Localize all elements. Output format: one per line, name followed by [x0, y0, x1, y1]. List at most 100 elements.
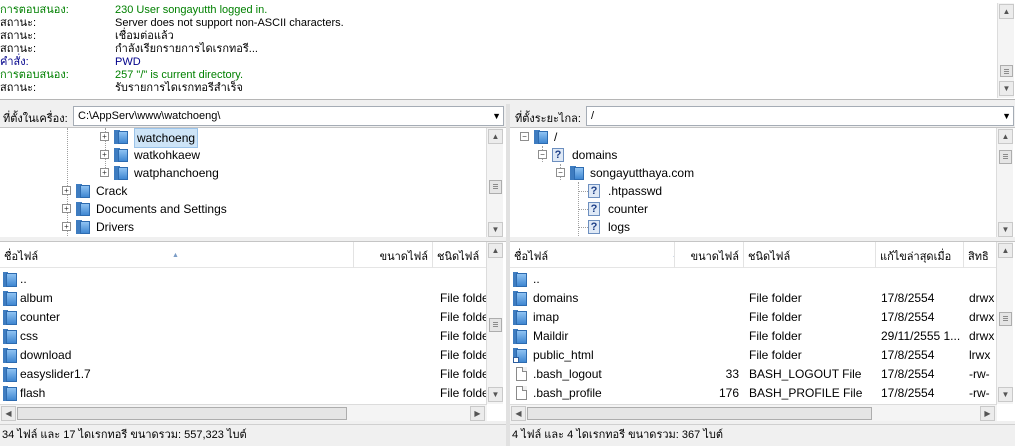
local-path-input[interactable]: C:\AppServ\www\watchoeng\ ▼	[73, 106, 504, 126]
scroll-thumb[interactable]	[527, 407, 872, 420]
folder-icon	[3, 386, 17, 401]
collapse-icon[interactable]: −	[538, 150, 547, 159]
table-row[interactable]: ..	[0, 270, 486, 289]
table-row[interactable]: ..	[510, 270, 996, 289]
scroll-down-icon[interactable]: ▼	[999, 81, 1014, 96]
scroll-thumb[interactable]	[1000, 65, 1013, 77]
scroll-down-icon[interactable]: ▼	[998, 222, 1013, 237]
local-path-bar: ที่ตั้งในเครื่อง: C:\AppServ\www\watchoe…	[0, 104, 506, 128]
column-modified-header[interactable]: แก้ไขล่าสุดเมื่อ	[876, 242, 964, 268]
folder-icon	[76, 202, 91, 216]
local-file-list[interactable]: ชื่อไฟล์ ▲ ขนาดไฟล์ ชนิดไฟล์ .. album File…	[0, 241, 506, 421]
tree-item[interactable]: + Crack	[0, 182, 486, 200]
tree-item[interactable]: − /	[510, 128, 996, 146]
scroll-thumb[interactable]	[489, 180, 502, 194]
scroll-down-icon[interactable]: ▼	[998, 387, 1013, 402]
scroll-left-icon[interactable]: ◀	[511, 406, 526, 421]
table-row[interactable]: album File folde	[0, 289, 486, 308]
remote-path-input[interactable]: / ▼	[586, 106, 1014, 126]
table-row[interactable]: css File folde	[0, 327, 486, 346]
chevron-down-icon[interactable]: ▼	[1002, 107, 1011, 125]
scroll-up-icon[interactable]: ▲	[488, 243, 503, 258]
scroll-up-icon[interactable]: ▲	[998, 243, 1013, 258]
table-row[interactable]: imap File folder 17/8/2554 drwx	[510, 308, 996, 327]
expand-icon[interactable]: +	[100, 150, 109, 159]
scroll-up-icon[interactable]: ▲	[488, 129, 503, 144]
column-type-header[interactable]: ชนิดไฟล์	[744, 242, 876, 268]
table-row[interactable]: counter File folde	[0, 308, 486, 327]
table-row[interactable]: download File folde	[0, 346, 486, 365]
collapse-icon[interactable]: −	[520, 132, 529, 141]
cell-perm: drwx	[969, 310, 995, 324]
folder-icon	[3, 291, 17, 306]
cell-type: BASH_PROFILE File	[749, 386, 863, 400]
scroll-thumb[interactable]	[999, 150, 1012, 164]
scroll-down-icon[interactable]: ▼	[488, 387, 503, 402]
tree-item[interactable]: ? logs	[510, 218, 996, 236]
cell-name: ..	[533, 272, 540, 286]
table-row[interactable]: easyslider1.7 File folde	[0, 365, 486, 384]
tree-item-label: domains	[572, 148, 618, 162]
tree-item[interactable]: ? counter	[510, 200, 996, 218]
expand-icon[interactable]: +	[62, 222, 71, 231]
cell-name: css	[20, 329, 38, 343]
tree-item[interactable]: + watkohkaew	[0, 146, 486, 164]
tree-item[interactable]: + watphanchoeng	[0, 164, 486, 182]
scroll-up-icon[interactable]: ▲	[999, 4, 1014, 19]
local-directory-tree[interactable]: ▲ ▼ + watchoeng + watkohkaew + watphanchoeng +…	[0, 127, 506, 237]
remote-list-scrollbar[interactable]: ▲ ▼	[996, 242, 1013, 404]
scroll-right-icon[interactable]: ▶	[980, 406, 995, 421]
tree-item[interactable]: + Drivers	[0, 218, 486, 236]
local-list-scrollbar[interactable]: ▲ ▼	[486, 242, 503, 404]
tree-item[interactable]: −? domains	[510, 146, 996, 164]
local-tree-scrollbar[interactable]: ▲ ▼	[486, 128, 503, 237]
table-row[interactable]: Maildir File folder 29/11/2555 1... drwx	[510, 327, 996, 346]
tree-guide-line	[578, 227, 588, 228]
tree-item[interactable]: ? .htpasswd	[510, 182, 996, 200]
log-line-message: เชื่อมต่อแล้ว	[115, 30, 174, 42]
tree-item[interactable]: + watchoeng	[0, 128, 486, 148]
table-row[interactable]: flash File folde	[0, 384, 486, 403]
remote-tree-scrollbar[interactable]: ▲ ▼	[996, 128, 1013, 237]
column-size-header[interactable]: ขนาดไฟล์	[675, 242, 744, 268]
table-row[interactable]: domains File folder 17/8/2554 drwx	[510, 289, 996, 308]
cell-type: File folde	[440, 348, 486, 362]
message-log-scrollbar[interactable]: ▲ ▼	[997, 3, 1014, 98]
column-type-header[interactable]: ชนิดไฟล์	[433, 242, 487, 268]
tree-item[interactable]: + Documents and Settings	[0, 200, 486, 218]
table-row[interactable]: .bash_profile 176 BASH_PROFILE File 17/8/25…	[510, 384, 996, 403]
log-line-message: 230 User songayutth logged in.	[115, 4, 268, 16]
scroll-down-icon[interactable]: ▼	[488, 222, 503, 237]
folder-icon	[570, 166, 585, 180]
column-size-header[interactable]: ขนาดไฟล์	[354, 242, 433, 268]
column-name-header[interactable]: ชื่อไฟล์ ▲	[0, 242, 354, 268]
folder-icon	[3, 367, 17, 382]
expand-icon[interactable]: +	[62, 186, 71, 195]
column-permissions-header[interactable]: สิทธิ	[964, 242, 997, 268]
scroll-thumb[interactable]	[489, 318, 502, 332]
column-name-header[interactable]: ชื่อไฟล์ ▲	[510, 242, 675, 268]
tree-item[interactable]: − songayutthaya.com	[510, 164, 996, 182]
table-row[interactable]: .bash_logout 33 BASH_LOGOUT File 17/8/2554 -…	[510, 365, 996, 384]
collapse-icon[interactable]: −	[556, 168, 565, 177]
scroll-right-icon[interactable]: ▶	[470, 406, 485, 421]
remote-directory-tree[interactable]: ▲ ▼ − / −? domains − songayutthaya.com? .htpas…	[510, 127, 1015, 237]
remote-path-bar: ที่ตั้งระยะไกล: / ▼	[510, 104, 1015, 128]
scroll-up-icon[interactable]: ▲	[998, 129, 1013, 144]
cell-name: album	[20, 291, 53, 305]
expand-icon[interactable]: +	[100, 168, 109, 177]
cell-type: File folder	[749, 329, 802, 343]
expand-icon[interactable]: +	[100, 132, 109, 141]
expand-icon[interactable]: +	[62, 204, 71, 213]
remote-list-hscrollbar[interactable]: ◀ ▶	[510, 404, 997, 421]
tree-item-label: /	[554, 130, 558, 144]
remote-file-list[interactable]: ชื่อไฟล์ ▲ ขนาดไฟล์ ชนิดไฟล์ แก้ไขล่าสุด…	[510, 241, 1015, 421]
scroll-left-icon[interactable]: ◀	[1, 406, 16, 421]
message-log[interactable]: การตอบสนอง: 230 User songayutth logged in…	[0, 0, 1015, 100]
scroll-thumb[interactable]	[999, 312, 1012, 326]
cell-modified: 17/8/2554	[881, 348, 935, 362]
table-row[interactable]: public_html File folder 17/8/2554 lrwx	[510, 346, 996, 365]
chevron-down-icon[interactable]: ▼	[492, 107, 501, 125]
scroll-thumb[interactable]	[17, 407, 347, 420]
local-list-hscrollbar[interactable]: ◀ ▶	[0, 404, 487, 421]
